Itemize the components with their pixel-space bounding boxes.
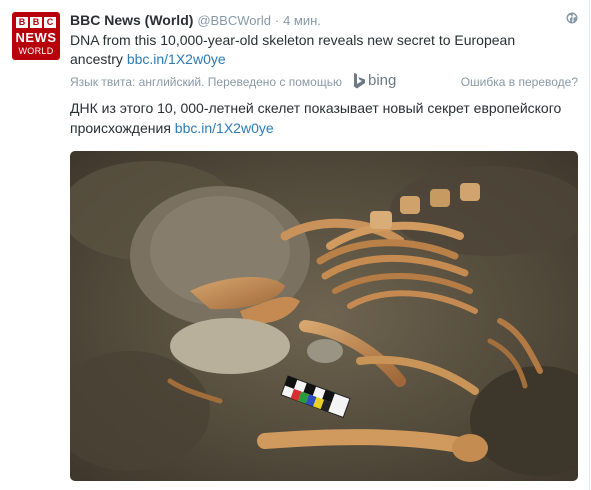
translated-link[interactable]: bbc.in/1X2w0ye [175, 120, 274, 136]
logo-block: B [16, 17, 28, 28]
translation-label: Язык твита: английский. Переведено с пом… [70, 75, 342, 89]
bing-logo[interactable]: bing [354, 72, 396, 89]
bing-text: bing [368, 72, 397, 89]
tweet-photo[interactable] [70, 151, 578, 481]
skeleton-photo-image [70, 151, 578, 481]
avatar-news-text: NEWS [15, 30, 57, 45]
tweet-card: B B C NEWS WORLD BBC News (World) @BBCWo… [0, 0, 590, 490]
account-handle[interactable]: @BBCWorld [197, 13, 271, 28]
timestamp[interactable]: 4 мин. [283, 13, 321, 28]
translated-text-body: ДНК из этого 10, 000-летней скелет показ… [70, 100, 562, 136]
tweet-link[interactable]: bbc.in/1X2w0ye [127, 51, 226, 67]
globe-icon [566, 12, 578, 24]
tweet-header: BBC News (World) @BBCWorld · 4 мин. [70, 12, 321, 28]
account-name[interactable]: BBC News (World) [70, 12, 193, 28]
avatar-world-text: WORLD [18, 46, 54, 56]
separator: · [274, 13, 280, 28]
bbc-logo-blocks: B B C [16, 17, 56, 28]
avatar[interactable]: B B C NEWS WORLD [12, 12, 60, 60]
translated-text: ДНК из этого 10, 000-летней скелет показ… [70, 98, 580, 138]
logo-block: B [30, 17, 42, 28]
bing-logo-icon [354, 72, 365, 88]
tweet-text: DNA from this 10,000-year-old skeleton r… [70, 31, 560, 69]
translation-error-link[interactable]: Ошибка в переводе? [461, 75, 578, 89]
logo-block: C [44, 17, 56, 28]
translation-bar: Язык твита: английский. Переведено с пом… [70, 72, 578, 92]
